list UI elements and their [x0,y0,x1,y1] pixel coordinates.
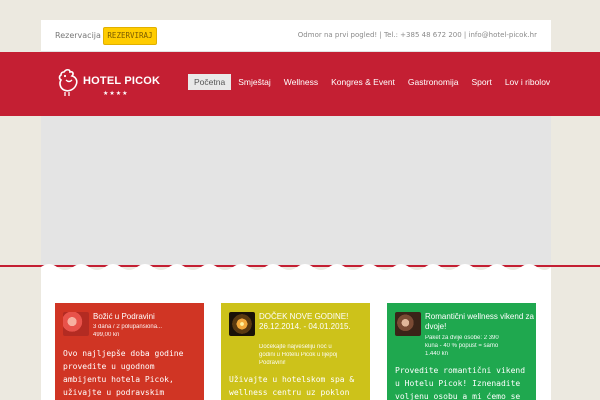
card-description: Ovo najljepše doba godine provedite u ug… [63,349,184,397]
brand-name: HOTEL PICOK [83,75,161,87]
christmas-ornaments-image [63,312,89,336]
fireworks-image [229,312,255,336]
reservation-link[interactable]: Rezervacija [55,31,101,40]
header: HOTEL PICOK ★★★★ Početna Smještaj Wellne… [41,52,551,116]
card-title[interactable]: DOČEK NOVE GODINE! 26.12.2014. - 04.01.2… [259,312,370,332]
card-meta: 1.440 kn [425,351,449,357]
card-description: Uživajte u hotelskom spa & wellness cent… [229,375,355,397]
hotel-logo[interactable]: HOTEL PICOK ★★★★ [56,68,166,102]
contact-info: Odmor na prvi pogled! | Tel.: +385 48 67… [297,31,537,39]
nav-item-kongres-event[interactable]: Kongres & Event [325,74,401,90]
nav-item-lov-i-ribolov[interactable]: Lov i ribolov [499,74,556,90]
card-title[interactable]: Božić u Podravini [93,312,155,322]
hero-slider[interactable] [41,116,551,266]
card-meta: 499,00 kn [93,332,120,338]
rooster-icon [58,68,78,96]
offer-card-docek[interactable]: DOČEK NOVE GODINE! 26.12.2014. - 04.01.2… [221,303,370,400]
card-meta: Paket za dvije osobe: 2 390 [425,335,499,341]
card-description: Provedite romantični vikend u Hotelu Pic… [395,366,526,400]
card-meta: godini u Hotelu Picok u lijepoj [259,352,338,358]
couple-image [395,312,421,336]
wave-divider [41,264,551,275]
reserve-button[interactable]: REZERVIRAJ [103,27,157,45]
main-nav: Početna Smještaj Wellness Kongres & Even… [188,74,557,90]
offer-card-bozic[interactable]: Božić u Podravini 3 dana / 2 polupansion… [55,303,204,400]
nav-item-smjestaj[interactable]: Smještaj [232,74,277,90]
card-meta: 3 dana / 2 polupansiona... [93,324,163,330]
card-meta: kuna - 40 % popust = samo [425,343,499,349]
card-meta: Podravini! [259,360,286,366]
top-bar: Rezervacija REZERVIRAJ Odmor na prvi pog… [41,20,551,52]
nav-item-sport[interactable]: Sport [465,74,497,90]
card-title[interactable]: Romantični wellness vikend za dvoje! [425,312,536,332]
nav-item-gastronomija[interactable]: Gastronomija [402,74,465,90]
offer-card-wellness[interactable]: Romantični wellness vikend za dvoje! Pak… [387,303,536,400]
card-meta: Dočekajte najveseliju noć u [259,344,332,350]
nav-item-wellness[interactable]: Wellness [278,74,324,90]
brand-stars: ★★★★ [103,90,129,97]
nav-item-pocetna[interactable]: Početna [188,74,232,90]
